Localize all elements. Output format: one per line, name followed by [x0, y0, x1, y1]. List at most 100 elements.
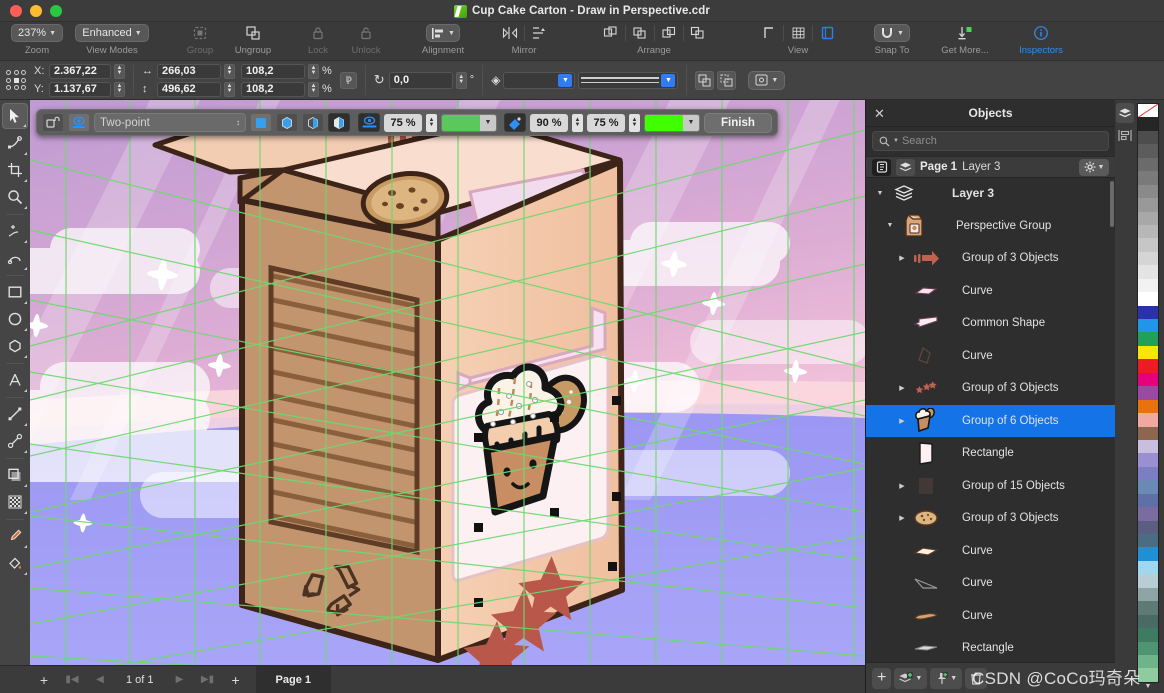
perspective-type-dropdown[interactable]: Two-point ↕ — [94, 113, 246, 132]
guides-icon[interactable] — [758, 23, 780, 43]
tree-item-common-shape[interactable]: Common Shape — [866, 307, 1116, 340]
snap-to-dropdown[interactable]: ▼ — [874, 24, 910, 42]
y-stepper[interactable]: ▲▼ — [114, 82, 125, 97]
fill-opacity-stepper[interactable]: ▲▼ — [572, 114, 583, 132]
tree-item-group-6-selected[interactable]: ▶ Group of 6 Objects — [866, 405, 1116, 438]
fill-opacity-value[interactable]: 90 % — [530, 114, 568, 132]
palette-swatch[interactable] — [1138, 346, 1158, 359]
x-input[interactable]: 2.367,22 — [49, 64, 111, 79]
palette-swatch[interactable] — [1138, 131, 1158, 144]
scale-width-input[interactable]: 108,2 — [241, 64, 305, 79]
palette-swatch[interactable] — [1138, 521, 1158, 534]
secondary-opacity-value[interactable]: 75 % — [587, 114, 625, 132]
objects-tree[interactable]: ▼ Layer 3 ▼ Perspective Group ▶ — [866, 177, 1116, 662]
alignment-dropdown[interactable]: ▼ — [426, 24, 460, 42]
search-container[interactable]: ▼ — [872, 131, 1109, 151]
objects-dock-icon[interactable] — [1116, 103, 1134, 123]
unlock-icon[interactable] — [355, 23, 377, 43]
tree-item-group-3-arrow[interactable]: ▶ Group of 3 Objects — [866, 242, 1116, 275]
zoom-tool[interactable] — [2, 184, 28, 210]
pick-tool[interactable] — [2, 103, 28, 129]
minimize-window-button[interactable] — [30, 5, 42, 17]
plane-all-button[interactable] — [250, 113, 272, 132]
tree-item-curve-1[interactable]: Curve — [866, 275, 1116, 308]
grid-opacity-value[interactable]: 75 % — [384, 114, 422, 132]
palette-swatch[interactable] — [1138, 507, 1158, 520]
palette-swatch[interactable] — [1138, 117, 1158, 130]
new-layer-button[interactable]: ▼ — [894, 668, 927, 689]
drawing-canvas[interactable] — [30, 100, 865, 670]
palette-swatch[interactable] — [1138, 265, 1158, 278]
ellipse-tool[interactable] — [2, 306, 28, 332]
palette-swatch[interactable] — [1138, 655, 1158, 668]
palette-swatch[interactable] — [1138, 628, 1158, 641]
lock-ratio-button[interactable] — [340, 72, 357, 89]
close-icon[interactable]: ✕ — [874, 107, 885, 120]
tree-item-group-15[interactable]: ▶ Group of 15 Objects — [866, 470, 1116, 503]
tree-scrollbar[interactable] — [1110, 181, 1114, 227]
grid-opacity-stepper[interactable]: ▲▼ — [426, 114, 437, 132]
chevron-right-icon[interactable]: ▶ — [896, 384, 908, 392]
y-input[interactable]: 1.137,67 — [49, 82, 111, 97]
polygon-tool[interactable] — [2, 333, 28, 359]
rotation-input[interactable]: 0,0 — [389, 72, 453, 89]
x-stepper[interactable]: ▲▼ — [114, 64, 125, 79]
trim-button[interactable] — [717, 71, 736, 90]
close-window-button[interactable] — [10, 5, 22, 17]
plane-right-button[interactable] — [302, 113, 324, 132]
layer-view-toggle[interactable] — [896, 159, 915, 176]
rectangle-tool[interactable] — [2, 279, 28, 305]
perspective-lock-icon[interactable] — [42, 113, 64, 132]
back-one-icon[interactable] — [658, 23, 680, 43]
weld-button[interactable] — [695, 71, 714, 90]
forward-one-icon[interactable] — [629, 23, 651, 43]
transparency-tool[interactable] — [2, 489, 28, 515]
inspectors-icon[interactable] — [1030, 23, 1052, 43]
perspective-visibility-icon[interactable] — [68, 113, 90, 132]
chevron-down-icon[interactable]: ▼ — [874, 190, 886, 197]
palette-swatch[interactable] — [1138, 427, 1158, 440]
palette-swatch[interactable] — [1138, 467, 1158, 480]
anchor-point-selector[interactable] — [6, 70, 26, 90]
finish-button[interactable]: Finish — [704, 113, 772, 133]
page-view-toggle[interactable] — [872, 159, 891, 176]
page-tab-1[interactable]: Page 1 — [256, 666, 331, 693]
to-front-icon[interactable] — [600, 23, 622, 43]
eyedropper-tool[interactable] — [2, 523, 28, 549]
palette-swatch[interactable] — [1138, 601, 1158, 614]
grid-color-dropdown[interactable]: ▼ — [441, 114, 497, 132]
palette-swatch[interactable] — [1138, 494, 1158, 507]
mirror-horizontal-icon[interactable] — [499, 23, 521, 43]
zoom-level-dropdown[interactable]: 237% ▼ — [11, 24, 63, 42]
palette-swatch[interactable] — [1138, 252, 1158, 265]
new-master-layer-button[interactable]: ▼ — [930, 668, 962, 689]
tree-item-rectangle-1[interactable]: Rectangle — [866, 437, 1116, 470]
scale-height-stepper[interactable]: ▲▼ — [308, 82, 319, 97]
palette-swatch[interactable] — [1138, 225, 1158, 238]
palette-swatch[interactable] — [1138, 212, 1158, 225]
palette-swatch[interactable] — [1138, 359, 1158, 372]
alignment-dock-icon[interactable] — [1116, 125, 1134, 145]
palette-swatch[interactable] — [1138, 306, 1158, 319]
fill-tool[interactable] — [2, 550, 28, 576]
secondary-opacity-stepper[interactable]: ▲▼ — [629, 114, 640, 132]
view-modes-dropdown[interactable]: Enhanced ▼ — [75, 24, 148, 42]
palette-swatch[interactable] — [1138, 480, 1158, 493]
grid-icon[interactable] — [787, 23, 809, 43]
no-color-swatch[interactable] — [1138, 104, 1158, 117]
tree-item-curve-3[interactable]: Curve — [866, 535, 1116, 568]
to-back-icon[interactable] — [687, 23, 709, 43]
outline-width-dropdown[interactable]: ▼ — [503, 72, 575, 89]
plane-floor-button[interactable] — [328, 113, 350, 132]
palette-swatch[interactable] — [1138, 547, 1158, 560]
scale-height-input[interactable]: 108,2 — [241, 82, 305, 97]
mirror-vertical-icon[interactable] — [528, 23, 550, 43]
palette-swatch[interactable] — [1138, 668, 1158, 681]
chevron-right-icon[interactable]: ▶ — [896, 482, 908, 490]
tree-item-rectangle-2[interactable]: Rectangle — [866, 632, 1116, 662]
chevron-right-icon[interactable]: ▶ — [896, 417, 908, 425]
freehand-tool[interactable] — [2, 218, 28, 244]
palette-swatch[interactable] — [1138, 198, 1158, 211]
tree-item-curve-4[interactable]: Curve — [866, 567, 1116, 600]
crop-tool[interactable] — [2, 157, 28, 183]
